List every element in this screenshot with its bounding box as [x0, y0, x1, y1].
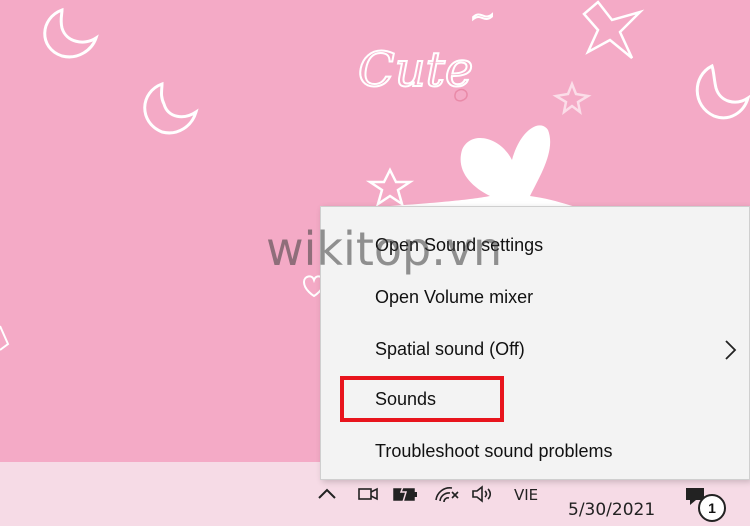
- language-indicator[interactable]: VIE: [514, 486, 538, 504]
- wifi-icon[interactable]: [432, 484, 460, 504]
- taskbar-date[interactable]: 5/30/2021: [568, 500, 655, 520]
- menu-item-open-volume-mixer[interactable]: Open Volume mixer: [321, 273, 750, 323]
- speaker-icon[interactable]: [470, 484, 496, 504]
- watermark: wikitop.vn: [266, 222, 503, 276]
- chevron-right-icon: [725, 340, 737, 360]
- wallpaper-text: Cute: [358, 42, 473, 98]
- chevron-up-icon[interactable]: [316, 484, 338, 504]
- svg-text:~: ~: [470, 0, 495, 34]
- menu-item-label: Spatial sound (Off): [375, 339, 525, 359]
- battery-icon[interactable]: [392, 484, 420, 504]
- highlight-box: [340, 376, 504, 422]
- notification-badge[interactable]: 1: [698, 494, 726, 522]
- meet-now-icon[interactable]: [356, 484, 380, 504]
- menu-item-spatial-sound[interactable]: Spatial sound (Off): [321, 325, 750, 375]
- menu-item-label: Troubleshoot sound problems: [375, 441, 613, 461]
- menu-item-troubleshoot[interactable]: Troubleshoot sound problems: [321, 427, 750, 477]
- menu-item-label: Open Volume mixer: [375, 287, 534, 307]
